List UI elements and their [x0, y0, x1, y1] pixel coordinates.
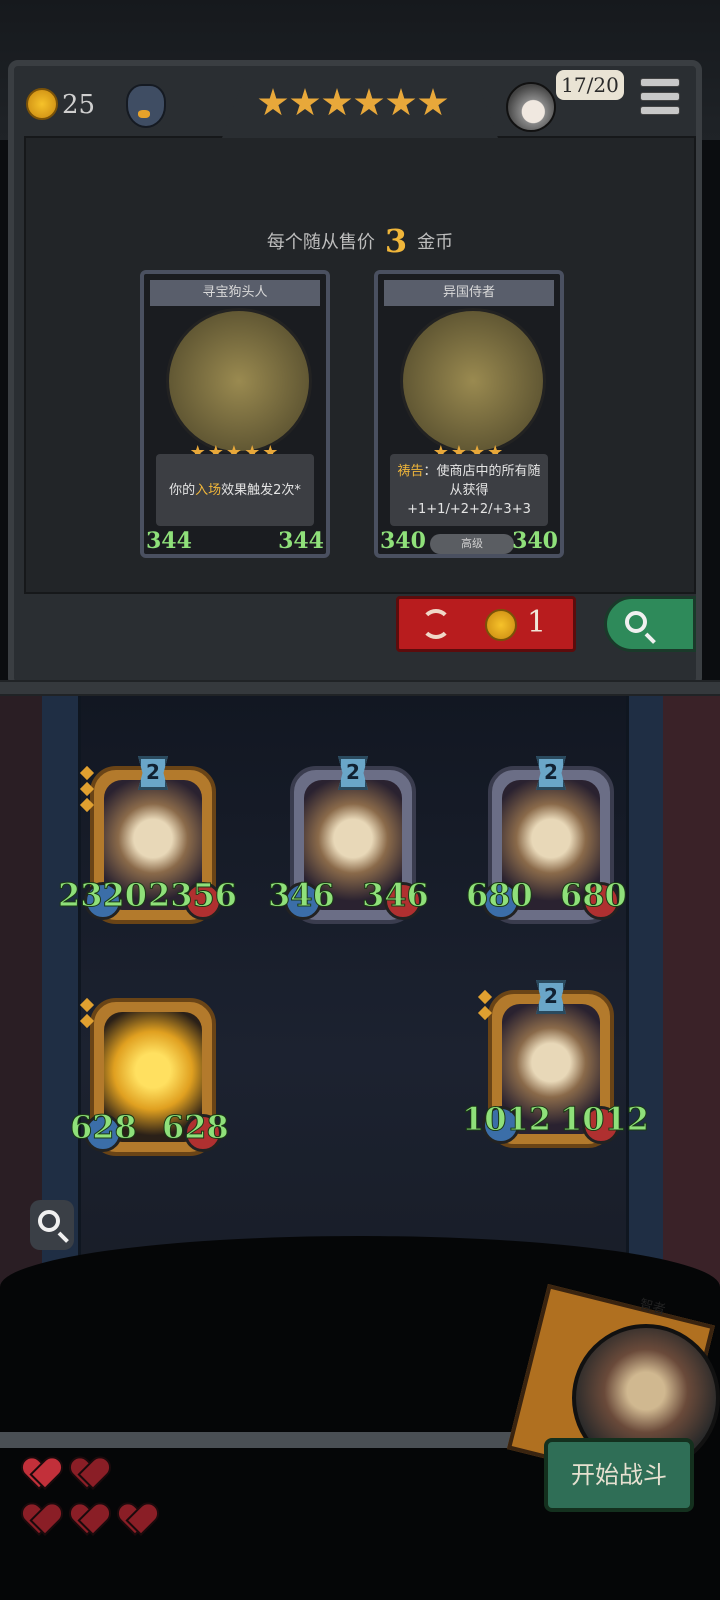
card-description: 祷告：使商店中的所有随从获得+1+1/+2+2/+3+3 — [390, 454, 548, 526]
card-attack: 344 — [146, 528, 192, 554]
reroll-cost: 1 — [527, 605, 547, 640]
minion-level: 2 — [138, 756, 168, 790]
minion-attack: 680 — [466, 876, 534, 915]
turn-counter: 17/20 — [556, 70, 624, 100]
menu-icon[interactable] — [640, 78, 680, 118]
panel-divider — [0, 680, 720, 696]
minion-level: 2 — [536, 980, 566, 1014]
shop-card[interactable]: 寻宝狗头人 ★★★★★ 你的入场效果触发2次* 344 344 — [140, 270, 330, 558]
minion-level: 2 — [338, 756, 368, 790]
life-heart-icon — [24, 1504, 56, 1534]
card-health: 340 — [512, 528, 558, 554]
reroll-button[interactable]: 1 — [396, 596, 576, 652]
card-description: 你的入场效果触发2次* — [156, 454, 314, 526]
minion-level: 2 — [536, 756, 566, 790]
card-name: 寻宝狗头人 — [150, 280, 320, 306]
board: 2 2320 2356 2 346 346 2 680 680 628 628 … — [0, 696, 720, 1600]
refresh-icon — [421, 609, 451, 639]
shop-card[interactable]: 异国侍者 ★★★★ 祷告：使商店中的所有随从获得+1+1/+2+2/+3+3 3… — [374, 270, 564, 558]
life-heart-icon — [72, 1458, 104, 1488]
minion-health: 2356 — [147, 876, 238, 915]
coin-icon — [26, 88, 58, 120]
card-attack: 340 — [380, 528, 426, 554]
board-minion[interactable]: 628 628 — [70, 988, 229, 1156]
shop-search-button[interactable] — [604, 596, 696, 652]
pet-cat-icon[interactable] — [126, 84, 166, 128]
board-minion[interactable]: 2 2320 2356 — [57, 756, 238, 924]
price-value: 3 — [384, 222, 408, 260]
coin-icon — [485, 609, 517, 641]
minion-health: 628 — [162, 1108, 230, 1147]
shop-area — [24, 136, 696, 594]
board-minion[interactable]: 2 346 346 — [268, 756, 429, 924]
life-heart-icon — [120, 1504, 152, 1534]
upgrade-pips — [79, 765, 95, 816]
start-battle-button[interactable]: 开始战斗 — [544, 1438, 694, 1512]
minion-attack: 1012 — [461, 1100, 552, 1139]
minion-health: 680 — [560, 876, 628, 915]
board-minion[interactable]: 2 680 680 — [466, 756, 627, 924]
card-name: 异国侍者 — [384, 280, 554, 306]
card-health: 344 — [278, 528, 324, 554]
right-pillar — [626, 696, 663, 1286]
search-icon — [625, 611, 647, 633]
servant-portrait — [400, 308, 546, 454]
kobold-portrait — [166, 308, 312, 454]
upgrade-pips — [79, 997, 95, 1032]
player-avatar[interactable] — [506, 82, 556, 132]
search-icon — [38, 1210, 60, 1232]
minion-health: 1012 — [559, 1100, 650, 1139]
minion-attack: 2320 — [57, 876, 148, 915]
minion-health: 346 — [362, 876, 430, 915]
board-search-button[interactable] — [30, 1200, 74, 1250]
life-heart-icon — [24, 1458, 56, 1488]
life-heart-icon — [72, 1504, 104, 1534]
minion-attack: 346 — [268, 876, 336, 915]
price-suffix: 金币 — [417, 232, 454, 253]
sell-price-line: 每个随从售价 3 金币 — [0, 222, 720, 260]
upgrade-pips — [477, 989, 493, 1024]
card-tag: 高级 — [430, 534, 514, 554]
coin-count: 25 — [62, 90, 96, 120]
board-minion[interactable]: 2 1012 1012 — [461, 980, 650, 1148]
minion-attack: 628 — [70, 1108, 138, 1147]
price-prefix: 每个随从售价 — [266, 232, 375, 253]
tier-star-banner — [222, 78, 498, 138]
left-pillar — [42, 696, 81, 1286]
